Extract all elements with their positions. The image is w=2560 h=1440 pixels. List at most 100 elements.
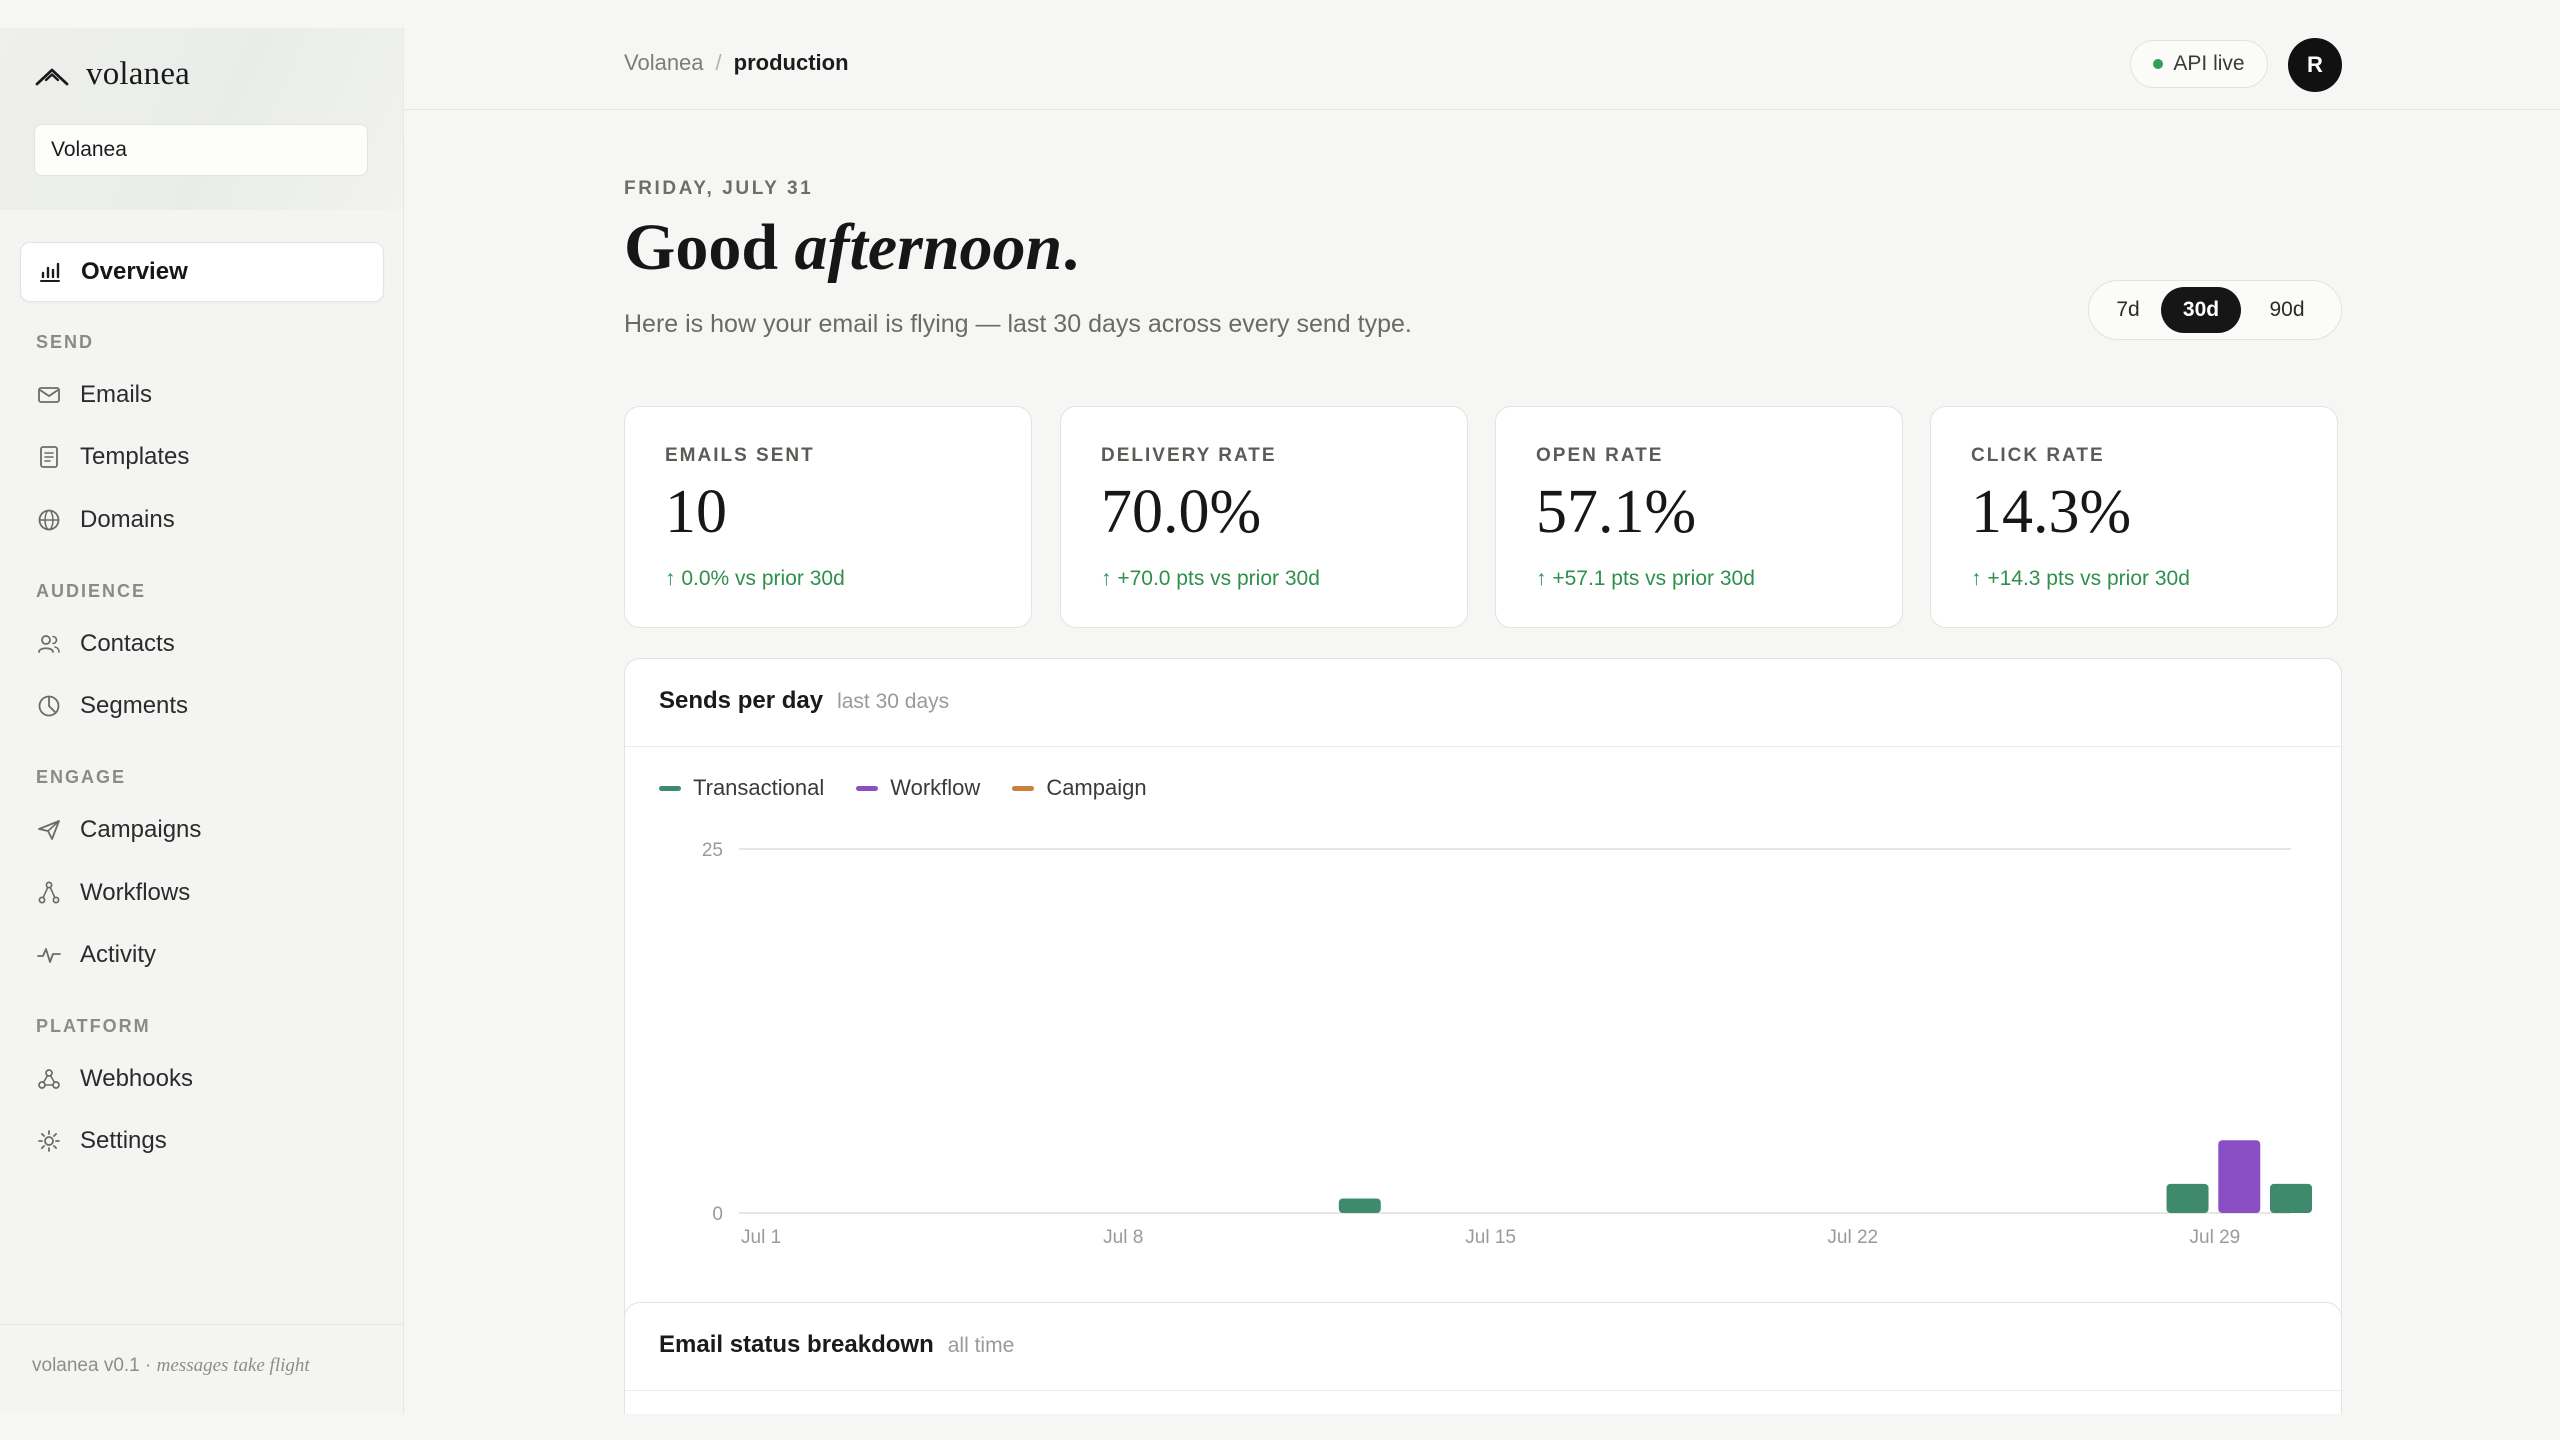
x-tick-label: Jul 29 xyxy=(2190,1227,2241,1248)
greeting-italic: afternoon xyxy=(794,211,1063,284)
sidebar-item-domains[interactable]: Domains xyxy=(20,490,384,550)
kpi-value: 10 xyxy=(665,478,727,546)
email-status-panel: Email status breakdown all time xyxy=(624,1302,2342,1414)
panel-subtitle: all time xyxy=(947,1334,1015,1357)
brand-name: volanea xyxy=(86,56,191,92)
section-send: SEND xyxy=(36,332,95,352)
kpi-card-open-rate: OPEN RATE 57.1% ↑ +57.1 pts vs prior 30d xyxy=(1495,406,1903,628)
kpi-label: EMAILS SENT xyxy=(665,445,815,466)
workspace-switcher[interactable]: Volanea xyxy=(34,124,368,176)
workflow-icon xyxy=(38,881,60,904)
breadcrumb-root[interactable]: Volanea xyxy=(624,50,704,76)
avatar[interactable]: R xyxy=(2288,38,2342,92)
kpi-card-delivery-rate: DELIVERY RATE 70.0% ↑ +70.0 pts vs prior… xyxy=(1060,406,1468,628)
sidebar-item-activity[interactable]: Activity xyxy=(20,925,384,985)
panel-subtitle: last 30 days xyxy=(837,690,950,713)
legend-swatch xyxy=(856,785,879,791)
breadcrumb-current: production xyxy=(733,50,849,75)
legend-swatch xyxy=(1012,785,1035,791)
breadcrumb-separator: / xyxy=(715,50,722,75)
main-content: FRIDAY, JULY 31 Good afternoon. Here is … xyxy=(404,110,2560,1414)
sidebar-item-label: Settings xyxy=(80,1127,167,1154)
sidebar: volanea Volanea Overview SEND Emails Tem… xyxy=(0,28,404,1414)
bar-transactional xyxy=(2270,1183,2312,1213)
panel-title-text: Sends per day xyxy=(659,687,824,714)
kpi-delta: ↑ +70.0 pts vs prior 30d xyxy=(1101,567,1320,590)
sidebar-item-overview[interactable]: Overview xyxy=(20,242,384,302)
sidebar-item-workflows[interactable]: Workflows xyxy=(20,863,384,923)
section-platform: PLATFORM xyxy=(36,1016,151,1036)
page-title: Good afternoon. xyxy=(624,210,1079,286)
range-option-30d[interactable]: 30d xyxy=(2161,287,2241,333)
kpi-delta: ↑ +57.1 pts vs prior 30d xyxy=(1536,567,1755,590)
kpi-label: OPEN RATE xyxy=(1536,445,1664,466)
sidebar-item-label: Webhooks xyxy=(80,1065,193,1092)
legend-label: Campaign xyxy=(1046,775,1147,800)
greeting-end: . xyxy=(1062,211,1079,284)
panel-title: Sends per day last 30 days xyxy=(659,687,949,715)
breadcrumb: Volanea / production xyxy=(624,50,849,76)
pulse-icon xyxy=(37,948,61,963)
date-range-toggle: 7d 30d 90d xyxy=(2088,280,2342,340)
section-audience: AUDIENCE xyxy=(36,581,147,601)
range-option-7d[interactable]: 7d xyxy=(2095,287,2161,333)
sidebar-item-label: Campaigns xyxy=(80,816,202,843)
legend-item-transactional[interactable]: Transactional xyxy=(659,775,824,801)
sidebar-item-campaigns[interactable]: Campaigns xyxy=(20,800,384,860)
globe-icon xyxy=(38,509,60,531)
greeting-plain: Good xyxy=(624,211,795,284)
range-option-90d[interactable]: 90d xyxy=(2241,287,2333,333)
panel-header: Sends per day last 30 days xyxy=(625,659,2341,747)
document-icon xyxy=(40,446,58,468)
sidebar-item-label: Activity xyxy=(80,941,157,968)
x-tick-label: Jul 1 xyxy=(741,1227,781,1248)
x-tick-label: Jul 15 xyxy=(1465,1227,1516,1248)
y-tick-label: 0 xyxy=(712,1204,723,1225)
legend-label: Workflow xyxy=(890,775,981,800)
panel-header: Email status breakdown all time xyxy=(625,1303,2341,1391)
x-tick-label: Jul 8 xyxy=(1103,1227,1143,1248)
bird-logo-icon xyxy=(35,68,69,85)
sidebar-header: volanea Volanea xyxy=(0,28,403,210)
paper-plane-icon xyxy=(38,820,60,840)
sends-per-day-panel: Sends per day last 30 days Transactional … xyxy=(624,658,2342,1384)
section-engage: ENGAGE xyxy=(36,767,127,787)
sends-bar-chart: 25 0 Jul 1 Jul 8 Jul 15 Jul 22 Jul 29 xyxy=(702,840,2312,1248)
sidebar-item-label: Segments xyxy=(80,692,189,719)
gear-icon xyxy=(38,1130,60,1152)
sidebar-item-label: Contacts xyxy=(80,630,175,657)
brand[interactable]: volanea xyxy=(34,56,190,93)
sidebar-item-label: Templates xyxy=(80,443,190,470)
api-status-badge[interactable]: API live xyxy=(2130,40,2268,88)
sidebar-item-label: Overview xyxy=(81,258,188,285)
sidebar-item-contacts[interactable]: Contacts xyxy=(20,614,384,674)
sidebar-item-emails[interactable]: Emails xyxy=(20,365,384,425)
page-subtitle: Here is how your email is flying — last … xyxy=(624,310,1412,338)
mail-icon xyxy=(38,387,60,403)
bar-chart-icon xyxy=(40,262,60,282)
status-dot-icon xyxy=(2153,59,2164,69)
version-label: volanea v0.1 · messages take flight xyxy=(32,1355,310,1377)
x-tick-label: Jul 22 xyxy=(1827,1227,1878,1248)
sidebar-footer: volanea v0.1 · messages take flight xyxy=(0,1324,403,1414)
legend-label: Transactional xyxy=(693,775,825,800)
bar-transactional xyxy=(2166,1183,2209,1213)
chart-legend: Transactional Workflow Campaign xyxy=(659,775,1179,801)
panel-title-text: Email status breakdown xyxy=(659,1331,934,1358)
kpi-delta: ↑ +14.3 pts vs prior 30d xyxy=(1971,567,2190,590)
bar-transactional xyxy=(1338,1198,1381,1213)
legend-item-campaign[interactable]: Campaign xyxy=(1012,775,1147,801)
sidebar-item-webhooks[interactable]: Webhooks xyxy=(20,1049,384,1109)
kpi-card-emails-sent: EMAILS SENT 10 ↑ 0.0% vs prior 30d xyxy=(624,406,1032,628)
kpi-delta: ↑ 0.0% vs prior 30d xyxy=(665,567,845,590)
legend-swatch xyxy=(659,785,681,791)
sidebar-item-segments[interactable]: Segments xyxy=(20,676,384,736)
legend-item-workflow[interactable]: Workflow xyxy=(856,775,980,801)
tagline: messages take flight xyxy=(156,1355,310,1376)
topbar: Volanea / production API live R xyxy=(404,28,2560,110)
api-status-label: API live xyxy=(2173,52,2245,75)
date-label: FRIDAY, JULY 31 xyxy=(624,178,814,199)
sidebar-item-templates[interactable]: Templates xyxy=(20,427,384,487)
panel-title: Email status breakdown all time xyxy=(659,1331,1014,1359)
sidebar-item-settings[interactable]: Settings xyxy=(20,1111,384,1171)
